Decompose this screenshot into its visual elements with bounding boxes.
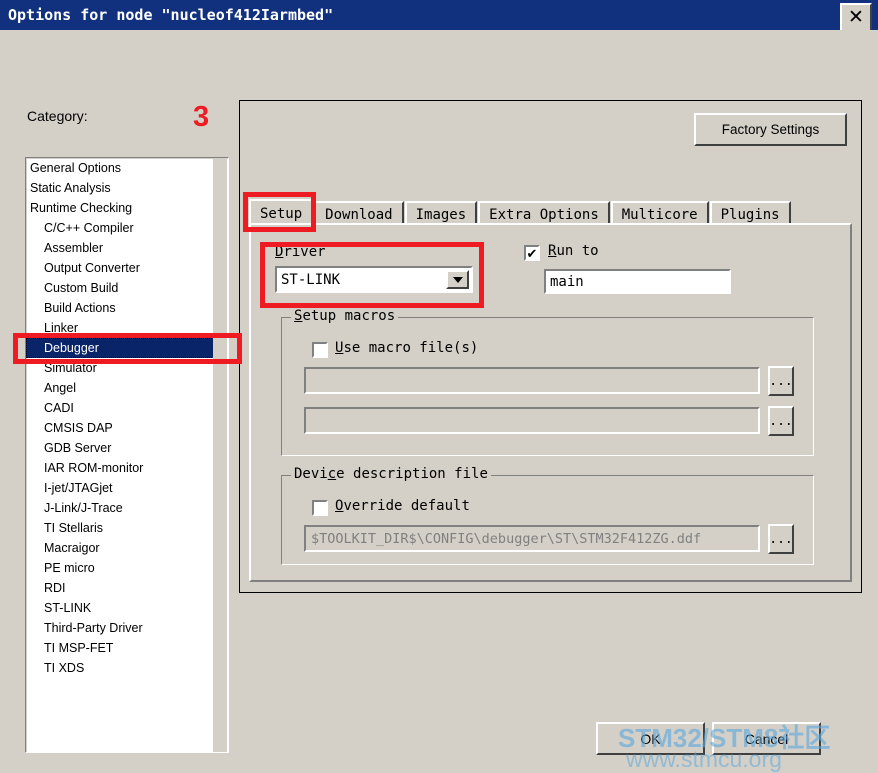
override-default-text: verride default: [343, 498, 470, 514]
sidebar-item-cadi[interactable]: CADI: [26, 398, 228, 418]
override-default-checkbox[interactable]: [312, 500, 328, 516]
sidebar-item-third-party-driver[interactable]: Third-Party Driver: [26, 618, 228, 638]
close-icon[interactable]: ✕: [840, 3, 872, 32]
sidebar-item-custom-build[interactable]: Custom Build: [26, 278, 228, 298]
device-description-browse-button[interactable]: ...: [768, 524, 794, 554]
driver-select[interactable]: ST-LINK: [275, 266, 473, 293]
sidebar-item-angel[interactable]: Angel: [26, 378, 228, 398]
sidebar-item-ti-msp-fet[interactable]: TI MSP-FET: [26, 638, 228, 658]
sidebar-item-gdb-server[interactable]: GDB Server: [26, 438, 228, 458]
use-macro-files-label: Use macro file(s): [335, 340, 478, 356]
device-description-legend: Device description file: [291, 466, 491, 482]
sidebar-item-runtime-checking[interactable]: Runtime Checking: [26, 198, 228, 218]
device-description-path-value: $TOOLKIT_DIR$\CONFIG\debugger\ST\STM32F4…: [311, 530, 702, 547]
tab-plugins[interactable]: Plugins: [709, 201, 791, 225]
setup-macros-legend: Setup macros: [291, 308, 399, 324]
dialog-body: Category: 3 General Options Static Analys…: [0, 30, 878, 772]
macro-file-browse-button-1[interactable]: ...: [768, 366, 794, 396]
sidebar-item-simulator[interactable]: Simulator: [26, 358, 228, 378]
sidebar-item-c-c-compiler[interactable]: C/C++ Compiler: [26, 218, 228, 238]
sidebar-item-linker[interactable]: Linker: [26, 318, 228, 338]
device-description-group: Device description file Override default…: [281, 466, 814, 565]
tab-page-setup: Driver ST-LINK ✔ Run to main Setup macro…: [249, 223, 852, 582]
tab-setup[interactable]: Setup: [249, 199, 314, 225]
factory-settings-button[interactable]: Factory Settings: [694, 113, 847, 146]
driver-selected-value: ST-LINK: [281, 271, 341, 288]
window-titlebar: Options for node "nucleof412Iarmbed" ✕: [0, 0, 878, 32]
macro-file-input-2[interactable]: [304, 407, 760, 434]
run-to-label-text: un to: [556, 243, 599, 259]
sidebar-item-cmsis-dap[interactable]: CMSIS DAP: [26, 418, 228, 438]
category-listbox[interactable]: General Options Static Analysis Runtime Ch…: [25, 157, 229, 753]
window-title: Options for node "nucleof412Iarmbed": [8, 6, 334, 24]
sidebar-item-iar-rom-monitor[interactable]: IAR ROM-monitor: [26, 458, 228, 478]
sidebar-item-build-actions[interactable]: Build Actions: [26, 298, 228, 318]
ok-button[interactable]: OK: [596, 722, 705, 755]
setup-macros-group: Setup macros Use macro file(s) ... ...: [281, 308, 814, 456]
use-macro-files-checkbox[interactable]: [312, 342, 328, 358]
sidebar-item-pe-micro[interactable]: PE micro: [26, 558, 228, 578]
setup-macros-legend-text: etup macros: [302, 308, 396, 324]
category-list-scrollbar[interactable]: [213, 158, 227, 752]
tab-images[interactable]: Images: [404, 201, 478, 225]
run-to-label: Run to: [548, 243, 599, 259]
tab-multicore[interactable]: Multicore: [610, 201, 709, 225]
sidebar-item-static-analysis[interactable]: Static Analysis: [26, 178, 228, 198]
sidebar-item-i-jet-jtagjet[interactable]: I-jet/JTAGjet: [26, 478, 228, 498]
cancel-button[interactable]: Cancel: [712, 722, 821, 755]
sidebar-item-ti-xds[interactable]: TI XDS: [26, 658, 228, 678]
sidebar-item-ti-stellaris[interactable]: TI Stellaris: [26, 518, 228, 538]
driver-label-text: river: [283, 244, 326, 260]
sidebar-item-st-link[interactable]: ST-LINK: [26, 598, 228, 618]
sidebar-item-assembler[interactable]: Assembler: [26, 238, 228, 258]
device-description-path-input[interactable]: $TOOLKIT_DIR$\CONFIG\debugger\ST\STM32F4…: [304, 525, 760, 552]
driver-label: Driver: [275, 244, 326, 260]
annotation-marker-3: 3: [193, 101, 210, 133]
category-label: Category:: [27, 108, 88, 124]
device-description-legend-b: e description file: [336, 466, 488, 482]
device-description-legend-accesskey: c: [327, 466, 337, 482]
chevron-down-icon[interactable]: [446, 270, 469, 289]
tab-extra-options[interactable]: Extra Options: [478, 201, 610, 225]
options-panel: Factory Settings Setup Download Images Extr…: [239, 100, 862, 593]
tab-download[interactable]: Download: [314, 201, 404, 225]
macro-file-input-1[interactable]: [304, 367, 760, 394]
run-to-value: main: [550, 273, 584, 290]
device-description-legend-a: Devi: [294, 466, 328, 482]
use-macro-files-text: se macro file(s): [343, 340, 479, 356]
tab-bar: Setup Download Images Extra Options Multicor…: [249, 199, 792, 225]
sidebar-item-output-converter[interactable]: Output Converter: [26, 258, 228, 278]
override-default-label: Override default: [335, 498, 470, 514]
sidebar-item-general-options[interactable]: General Options: [26, 158, 228, 178]
sidebar-item-debugger[interactable]: Debugger: [26, 338, 226, 358]
sidebar-item-macraigor[interactable]: Macraigor: [26, 538, 228, 558]
sidebar-item-rdi[interactable]: RDI: [26, 578, 228, 598]
sidebar-item-j-link-j-trace[interactable]: J-Link/J-Trace: [26, 498, 228, 518]
run-to-input[interactable]: main: [544, 269, 731, 294]
macro-file-browse-button-2[interactable]: ...: [768, 406, 794, 436]
run-to-checkbox[interactable]: ✔: [524, 245, 540, 261]
